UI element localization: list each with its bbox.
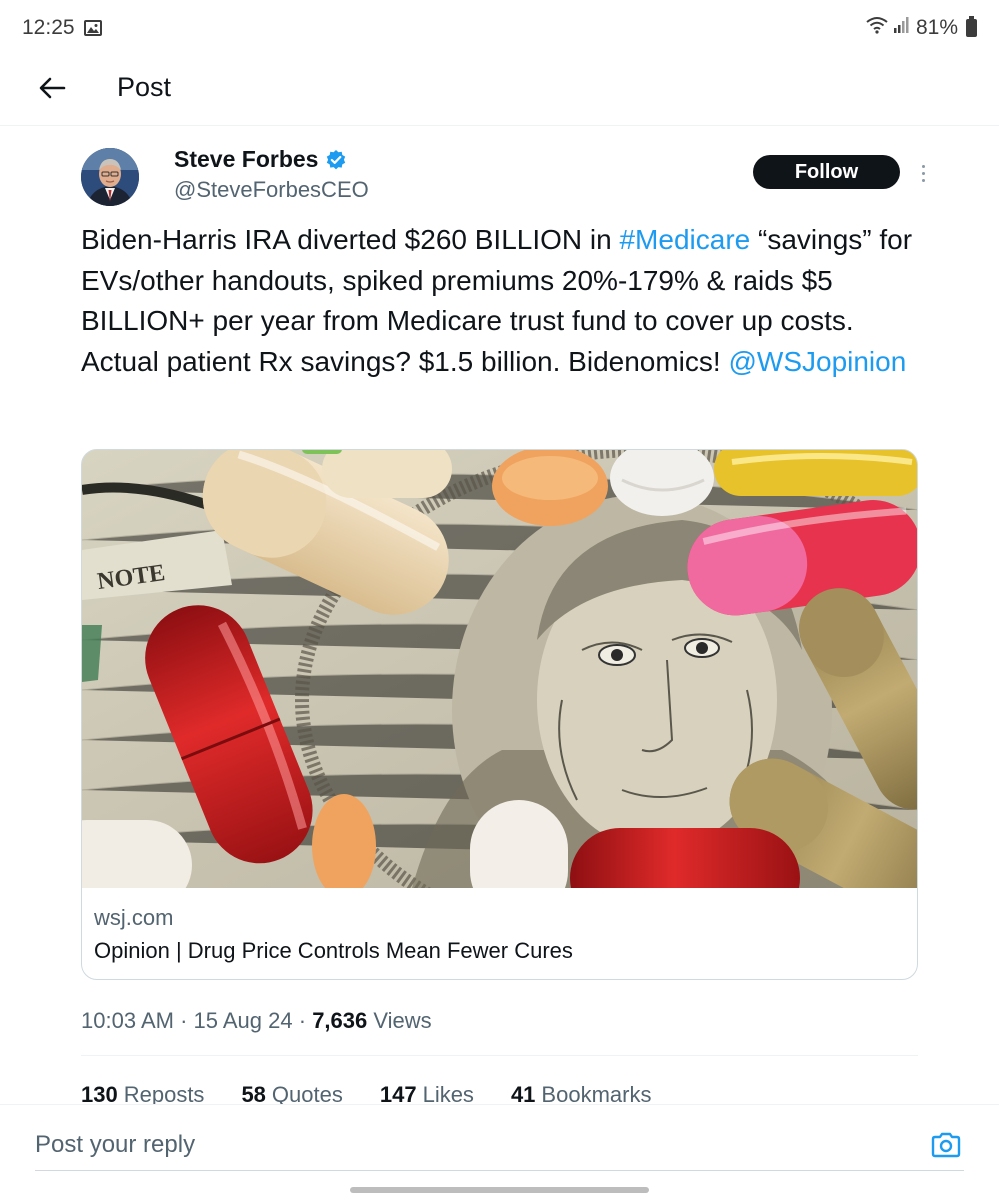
post-time[interactable]: 10:03 AM (81, 1008, 174, 1033)
image-icon (84, 20, 102, 36)
reply-input[interactable] (35, 1119, 964, 1171)
battery-percent: 81% (915, 16, 958, 39)
post-text: Biden-Harris IRA diverted $260 BILLION i… (81, 220, 921, 382)
follow-button[interactable]: Follow (753, 155, 900, 189)
avatar[interactable] (81, 148, 139, 206)
post-meta: 10:03 AM · 15 Aug 24 · 7,636 Views (81, 1008, 432, 1034)
reply-bar (0, 1104, 999, 1200)
back-arrow-icon (39, 77, 66, 99)
home-indicator[interactable] (350, 1187, 649, 1193)
post-text-part1: Biden-Harris IRA diverted $260 BILLION i… (81, 224, 620, 255)
divider (81, 1055, 918, 1056)
meta-separator: · (173, 1008, 194, 1033)
signal-icon (893, 16, 910, 40)
views-label: Views (367, 1008, 432, 1033)
author-handle[interactable]: @SteveForbesCEO (174, 177, 369, 203)
card-domain: wsj.com (94, 905, 174, 930)
views-count: 7,636 (312, 1008, 368, 1033)
status-right-cluster: 81% (866, 16, 977, 40)
post-date[interactable]: 15 Aug 24 (194, 1008, 293, 1033)
page-title: Post (117, 72, 172, 102)
camera-icon[interactable] (930, 1131, 962, 1159)
status-bar: 12:25 81% (0, 0, 999, 58)
meta-separator: · (292, 1008, 313, 1033)
hashtag-link[interactable]: #Medicare (619, 224, 750, 255)
card-title: Opinion | Drug Price Controls Mean Fewer… (94, 938, 573, 963)
author-name-text: Steve Forbes (174, 146, 319, 172)
mention-link[interactable]: @WSJopinion (728, 346, 906, 377)
author-name[interactable]: Steve Forbes (174, 146, 347, 173)
battery-icon (966, 16, 977, 37)
verified-badge-icon (325, 149, 347, 171)
back-button[interactable] (34, 70, 70, 106)
link-card[interactable]: NOTE wsj.com Opinion | Drug Price Contro… (81, 449, 918, 980)
status-time: 12:25 (22, 16, 75, 39)
card-image: NOTE (82, 450, 917, 888)
wifi-icon (866, 16, 888, 40)
more-options-icon[interactable] (914, 160, 932, 186)
top-app-bar: Post (0, 58, 999, 126)
